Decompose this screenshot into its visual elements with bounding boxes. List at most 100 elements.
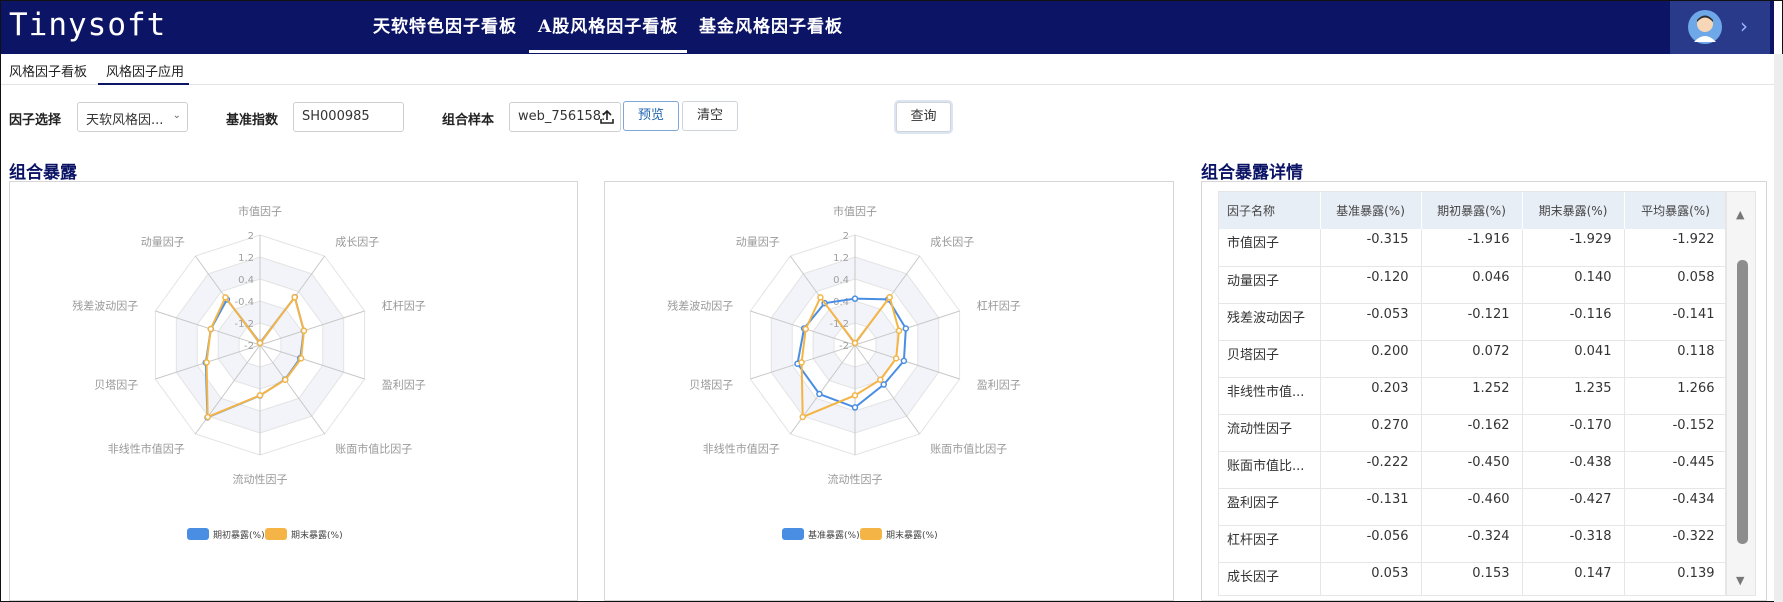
exposure-value-cell: 0.041	[1522, 340, 1625, 378]
radar-axis-label: 非线性市值因子	[703, 442, 780, 456]
radar-data-point[interactable]	[203, 359, 210, 366]
exposure-value-cell: -1.929	[1522, 229, 1625, 267]
radar-data-point[interactable]	[902, 325, 910, 332]
exposure-value-cell: -0.315	[1320, 229, 1422, 267]
scroll-up-icon[interactable]: ▲	[1736, 208, 1744, 221]
preview-button[interactable]: 预览	[623, 101, 679, 131]
radar-data-point[interactable]	[204, 413, 211, 421]
legend-swatch[interactable]	[265, 528, 287, 540]
benchmark-input[interactable]: SH000985	[293, 102, 404, 132]
radar-axis-label: 动量因子	[736, 235, 780, 248]
col-header-average[interactable]: 平均暴露(%)	[1624, 192, 1725, 229]
radar-data-point[interactable]	[892, 355, 900, 362]
radar-data-point[interactable]	[895, 327, 903, 334]
portfolio-value: web_756158:	[518, 109, 606, 124]
table-row[interactable]: 杠杆因子 -0.056 -0.324 -0.318 -0.322	[1219, 525, 1725, 563]
radar-data-point[interactable]	[300, 327, 308, 334]
portfolio-input[interactable]: web_756158:	[509, 102, 621, 132]
scroll-down-icon[interactable]: ▼	[1736, 574, 1744, 587]
clear-button[interactable]: 清空	[682, 101, 738, 131]
legend-label[interactable]: 期初暴露(%)	[213, 529, 265, 541]
radar-chart-2: 21.20.4-0.4-1.2-2市值因子成长因子杠杆因子盈利因子账面市值比因子…	[667, 204, 1020, 541]
exposure-value-cell: -0.056	[1320, 525, 1422, 563]
nav-tab-fund-factors[interactable]: 基金风格因子看板	[699, 12, 843, 37]
radar-data-point[interactable]	[880, 381, 887, 388]
radar-data-point[interactable]	[851, 404, 859, 411]
exposure-value-cell: -0.170	[1522, 414, 1625, 452]
radar-data-point[interactable]	[297, 355, 305, 362]
radar-axis-label: 非线性市值因子	[108, 442, 185, 456]
radar-axis-label: 贝塔因子	[94, 379, 138, 392]
radar-data-point[interactable]	[851, 295, 859, 302]
radar-data-point[interactable]	[802, 325, 809, 333]
table-row[interactable]: 残差波动因子 -0.053 -0.121 -0.116 -0.141	[1219, 303, 1725, 341]
col-header-end[interactable]: 期末暴露(%)	[1522, 192, 1625, 229]
table-row[interactable]: 盈利因子 -0.131 -0.460 -0.427 -0.434	[1219, 488, 1725, 526]
active-nav-indicator	[529, 50, 687, 53]
table-row[interactable]: 成长因子 0.053 0.153 0.147 0.139	[1219, 562, 1725, 595]
table-row[interactable]: 动量因子 -0.120 0.046 0.140 0.058	[1219, 266, 1725, 304]
chevron-right-icon[interactable]: ›	[1740, 14, 1748, 38]
table-row[interactable]: 市值因子 -0.315 -1.916 -1.929 -1.922	[1219, 229, 1725, 267]
exposure-value-cell: -0.141	[1624, 303, 1725, 341]
legend-swatch[interactable]	[860, 528, 882, 540]
exposure-value-cell: 0.147	[1522, 562, 1625, 595]
scrollbar-thumb[interactable]	[1737, 260, 1748, 544]
radar-data-point[interactable]	[222, 294, 229, 301]
radar-axis-label: 账面市值比因子	[930, 442, 1007, 456]
user-menu[interactable]: ›	[1670, 1, 1770, 54]
radar-data-point[interactable]	[291, 293, 298, 301]
col-header-start[interactable]: 期初暴露(%)	[1421, 192, 1523, 229]
legend-label[interactable]: 期末暴露(%)	[291, 529, 343, 541]
radar-axis-label: 账面市值比因子	[335, 442, 412, 456]
page-scrollbar[interactable]	[1774, 54, 1783, 602]
radar-tick-label: 0.4	[238, 275, 254, 286]
table-row[interactable]: 非线性市值... 0.203 1.252 1.235 1.266	[1219, 377, 1725, 415]
nav-tab-a-share-factors[interactable]: A股风格因子看板	[538, 12, 678, 37]
upload-icon[interactable]	[599, 109, 615, 125]
legend-swatch[interactable]	[782, 528, 804, 540]
table-row[interactable]: 流动性因子 0.270 -0.162 -0.170 -0.152	[1219, 414, 1725, 452]
radar-axis-label: 流动性因子	[233, 472, 288, 486]
legend-swatch[interactable]	[187, 528, 209, 540]
radar-data-point[interactable]	[256, 339, 264, 347]
radar-chart-1: 21.20.4-0.4-1.2-2市值因子成长因子杠杆因子盈利因子账面市值比因子…	[72, 204, 425, 541]
table-scrollbar[interactable]: ▲ ▼	[1726, 191, 1756, 596]
exposure-value-cell: 1.266	[1624, 377, 1725, 415]
radar-axis-label: 成长因子	[335, 235, 379, 248]
table-row[interactable]: 贝塔因子 0.200 0.072 0.041 0.118	[1219, 340, 1725, 378]
radar-data-point[interactable]	[851, 339, 859, 347]
legend-label[interactable]: 基准暴露(%)	[808, 529, 860, 541]
col-header-benchmark[interactable]: 基准暴露(%)	[1320, 192, 1422, 229]
radar-data-point[interactable]	[876, 376, 884, 384]
radar-data-point[interactable]	[281, 376, 289, 384]
tab-factor-board[interactable]: 风格因子看板	[9, 61, 87, 80]
radar-data-point[interactable]	[900, 357, 908, 365]
nav-tab-tinysoft-factors[interactable]: 天软特色因子看板	[373, 12, 517, 37]
avatar-icon[interactable]	[1688, 10, 1722, 44]
exposure-value-cell: 0.140	[1522, 266, 1625, 304]
app-logo: Tinysoft	[9, 7, 167, 43]
factor-name-cell: 杠杆因子	[1219, 525, 1321, 563]
factor-name-cell: 动量因子	[1219, 266, 1321, 304]
radar-data-point[interactable]	[851, 392, 859, 399]
factor-select[interactable]: 天软风格因... ⌄	[77, 102, 188, 132]
exposure-value-cell: 0.139	[1624, 562, 1725, 595]
portfolio-label: 组合样本	[442, 113, 495, 128]
radar-data-point[interactable]	[817, 294, 824, 301]
radar-data-point[interactable]	[886, 293, 893, 301]
table-row[interactable]: 账面市值比... -0.222 -0.450 -0.438 -0.445	[1219, 451, 1725, 489]
radar-data-point[interactable]	[799, 413, 806, 421]
top-navbar: Tinysoft 天软特色因子看板 A股风格因子看板 基金风格因子看板 ›	[1, 1, 1774, 54]
radar-data-point[interactable]	[256, 392, 264, 399]
radar-data-point[interactable]	[207, 325, 214, 333]
col-header-factor[interactable]: 因子名称	[1219, 192, 1321, 229]
radar-data-point[interactable]	[798, 359, 805, 366]
radar-data-point[interactable]	[816, 390, 823, 398]
legend-label[interactable]: 期末暴露(%)	[886, 529, 938, 541]
radar-panel-1: 2 1.2 0.4 -0.4 -1.2 -2 市值因子 成长因子 杠杆因子 盈利因子 账面市值比因子…	[9, 181, 578, 601]
radar-tick-label: 0.4	[833, 275, 849, 286]
query-button[interactable]: 查询	[896, 102, 951, 132]
tab-factor-application[interactable]: 风格因子应用	[106, 61, 184, 80]
exposure-value-cell: 0.072	[1421, 340, 1523, 378]
